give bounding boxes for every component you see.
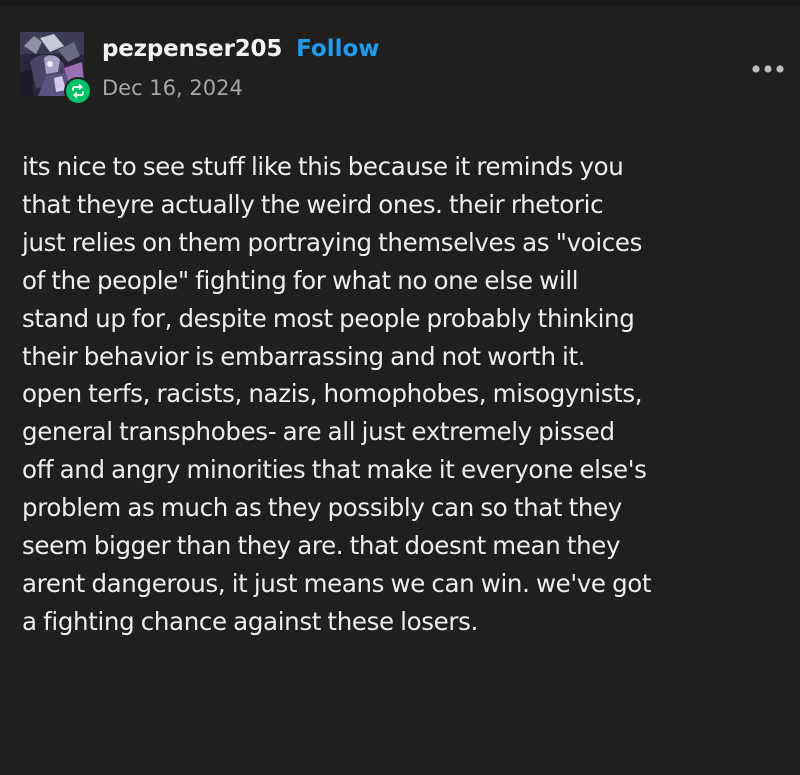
post-text-line: general transphobes- are all just extrem… (22, 417, 615, 447)
post-text-line: problem as much as they possibly can so … (22, 493, 622, 523)
username-link[interactable]: pezpenser205 (102, 36, 282, 62)
post-text-line: just relies on them portraying themselve… (22, 227, 643, 257)
reblog-badge (64, 77, 92, 105)
post-text-line: arent dangerous, it just means we can wi… (22, 568, 652, 598)
post-text-line: that theyre actually the weird ones. the… (22, 189, 604, 219)
post-date: Dec 16, 2024 (102, 76, 243, 100)
post-text: its nice to see stuff like this because … (22, 148, 792, 641)
more-options-button[interactable] (750, 58, 786, 80)
post-header: pezpenser205 Follow Dec 16, 2024 (0, 0, 800, 120)
post-body: its nice to see stuff like this because … (22, 148, 792, 641)
post-text-line: a fighting chance against these losers. (22, 606, 478, 636)
more-horizontal-icon (752, 65, 784, 73)
avatar-container[interactable] (20, 32, 92, 105)
reblog-icon (72, 84, 84, 98)
post-text-line: open terfs, racists, nazis, homophobes, … (22, 379, 643, 409)
follow-button[interactable]: Follow (296, 36, 379, 62)
post-text-line: of the people" fighting for what no one … (22, 265, 579, 295)
post-text-line: seem bigger than they are. that doesnt m… (22, 531, 621, 561)
post-text-line: their behavior is embarrassing and not w… (22, 341, 586, 371)
author-row: pezpenser205 Follow (102, 36, 380, 62)
post-text-line: its nice to see stuff like this because … (22, 152, 624, 181)
post-text-line: off and angry minorities that make it ev… (22, 455, 647, 485)
post-text-line: stand up for, despite most people probab… (22, 303, 635, 333)
